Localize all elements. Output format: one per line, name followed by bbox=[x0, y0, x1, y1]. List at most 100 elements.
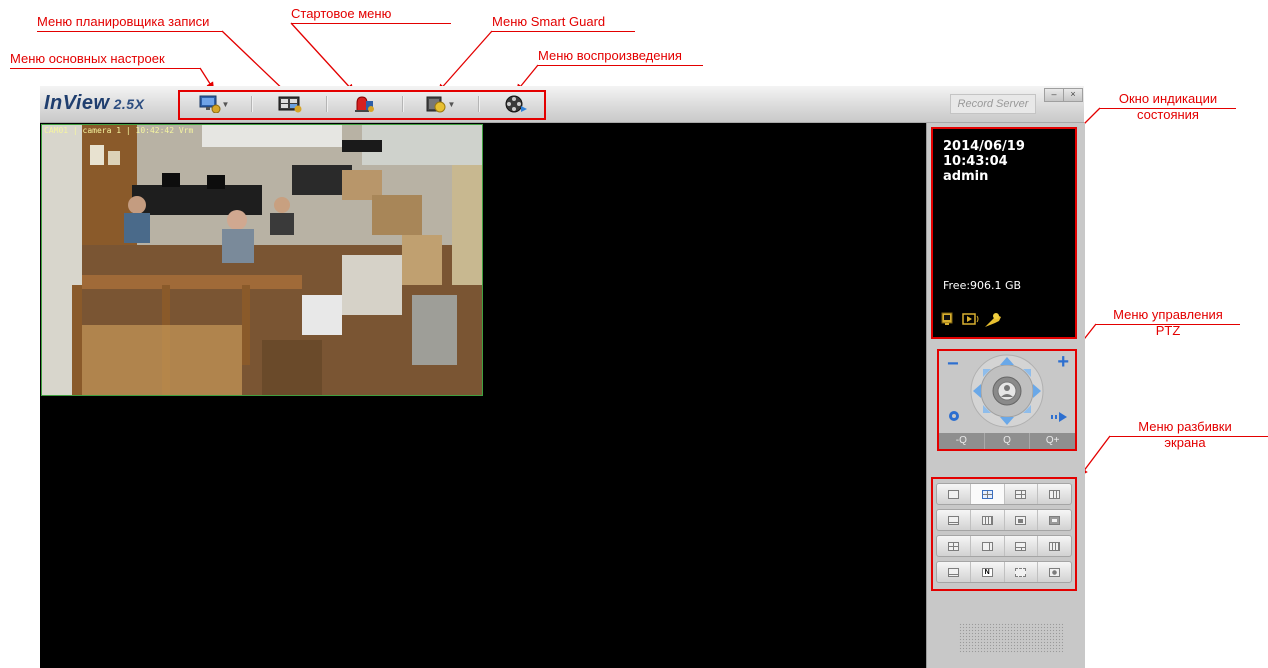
close-button[interactable]: × bbox=[1063, 88, 1083, 102]
chevron-down-icon: ▼ bbox=[447, 99, 456, 109]
camera-osd-label: CAM01 | camera 1 | 10:42:42 Vrm bbox=[44, 126, 194, 135]
start-menu-button[interactable] bbox=[344, 92, 384, 116]
record-server-field[interactable]: Record Server bbox=[950, 94, 1036, 114]
playback-button[interactable] bbox=[496, 92, 536, 116]
user-key-icon bbox=[985, 313, 1001, 327]
ptz-arrow-right-icon[interactable] bbox=[1051, 411, 1069, 423]
split-13-button[interactable] bbox=[1038, 510, 1071, 530]
split-6-button[interactable] bbox=[1005, 484, 1039, 504]
annotation-underline bbox=[538, 65, 703, 66]
annotation-status-line2: состояния bbox=[1137, 107, 1199, 122]
screen-split-panel: N bbox=[931, 477, 1077, 591]
split-12-icon bbox=[947, 541, 959, 551]
smart-guard-icon bbox=[426, 96, 446, 113]
logo-text: InView bbox=[44, 92, 110, 114]
split-row-4: N bbox=[936, 561, 1072, 583]
alarm-icon bbox=[355, 96, 374, 112]
camera-view-1[interactable]: CAM01 | camera 1 | 10:42:42 Vrm bbox=[41, 124, 483, 396]
annotation-underline bbox=[492, 31, 635, 32]
annotation-split-menu: Меню разбивки экрана bbox=[1110, 419, 1260, 451]
chevron-down-icon: ▼ bbox=[221, 99, 230, 109]
annotation-underline bbox=[10, 68, 200, 69]
status-icons bbox=[941, 312, 1001, 327]
split-9-button[interactable] bbox=[1038, 484, 1071, 504]
zoom-reset-button[interactable]: Q bbox=[985, 433, 1031, 449]
status-user: admin bbox=[943, 169, 989, 184]
annotation-underline bbox=[1096, 324, 1240, 325]
split-1-icon bbox=[947, 489, 959, 499]
split-6-icon bbox=[1015, 489, 1027, 499]
snapshot-icon bbox=[1049, 567, 1061, 577]
annotation-split-line1: Меню разбивки bbox=[1138, 419, 1232, 434]
split-4-button[interactable] bbox=[970, 484, 1005, 504]
annotation-underline bbox=[1110, 436, 1268, 437]
monitor-status-icon bbox=[941, 312, 953, 325]
split-custom-icon bbox=[947, 567, 959, 577]
monitor-settings-icon bbox=[199, 95, 221, 113]
split-2-button[interactable] bbox=[971, 536, 1005, 556]
split-13-icon bbox=[1049, 515, 1061, 525]
split-4-icon bbox=[981, 489, 993, 499]
split-16-button[interactable] bbox=[971, 510, 1005, 530]
split-2-icon bbox=[981, 541, 993, 551]
split-3-button[interactable] bbox=[1005, 536, 1039, 556]
toolbar-separator bbox=[478, 96, 480, 112]
split-10-icon bbox=[1015, 515, 1027, 525]
split-row-2 bbox=[936, 509, 1072, 531]
split-1-button[interactable] bbox=[937, 484, 971, 504]
app-logo: InView 2.5X bbox=[44, 92, 144, 115]
schedule-icon bbox=[278, 96, 302, 113]
app-window: InView 2.5X ▼ ▼ Record Server – × CAM01 … bbox=[40, 86, 1085, 668]
smart-guard-button[interactable]: ▼ bbox=[420, 92, 460, 116]
ptz-minus-button[interactable]: − bbox=[947, 353, 959, 376]
annotation-underline bbox=[37, 31, 222, 32]
ptz-zoom-bar: -Q Q Q+ bbox=[939, 433, 1075, 449]
split-row-3 bbox=[936, 535, 1072, 557]
split-8-button[interactable] bbox=[937, 510, 971, 530]
status-time: 10:43:04 bbox=[943, 154, 1008, 169]
split-custom-button[interactable] bbox=[937, 562, 971, 582]
playback-status-icon bbox=[962, 313, 979, 325]
snapshot-button[interactable] bbox=[1038, 562, 1071, 582]
schedule-button[interactable] bbox=[270, 92, 310, 116]
minimize-button[interactable]: – bbox=[1044, 88, 1064, 102]
zoom-in-button[interactable]: Q+ bbox=[1030, 433, 1075, 449]
annotation-playback-menu: Меню воспроизведения bbox=[538, 48, 682, 63]
split-16-icon bbox=[981, 515, 993, 525]
split-8-icon bbox=[947, 515, 959, 525]
split-n-button[interactable]: N bbox=[971, 562, 1005, 582]
video-display-area[interactable]: CAM01 | camera 1 | 10:42:42 Vrm bbox=[40, 123, 926, 668]
fullscreen-button[interactable] bbox=[1005, 562, 1039, 582]
toolbar-separator bbox=[402, 96, 404, 112]
ptz-plus-button[interactable]: + bbox=[1057, 351, 1069, 374]
split-3-icon bbox=[1015, 541, 1027, 551]
right-panel: 2014/06/19 10:43:04 admin Free:906.1 GB bbox=[926, 123, 1085, 668]
status-window: 2014/06/19 10:43:04 admin Free:906.1 GB bbox=[931, 127, 1077, 339]
fullscreen-icon bbox=[1015, 567, 1027, 577]
annotation-ptz-menu: Меню управления PTZ bbox=[1096, 307, 1240, 339]
toolbar-separator bbox=[326, 96, 328, 112]
title-bar: InView 2.5X ▼ ▼ Record Server – × bbox=[40, 86, 1084, 123]
camera-feed-image bbox=[42, 125, 482, 395]
toolbar-separator bbox=[251, 96, 253, 112]
split-n-icon: N bbox=[981, 567, 993, 577]
main-settings-button[interactable]: ▼ bbox=[194, 92, 234, 116]
ptz-joystick[interactable] bbox=[967, 353, 1047, 431]
zoom-out-button[interactable]: -Q bbox=[939, 433, 985, 449]
split-25-button[interactable] bbox=[1038, 536, 1071, 556]
split-12-button[interactable] bbox=[937, 536, 971, 556]
split-10-button[interactable] bbox=[1005, 510, 1039, 530]
annotation-split-line2: экрана bbox=[1164, 435, 1206, 450]
annotation-ptz-line2: PTZ bbox=[1155, 323, 1181, 338]
annotation-underline bbox=[1100, 108, 1236, 109]
annotation-main-settings-menu: Меню основных настроек bbox=[10, 51, 165, 66]
logo-version: 2.5X bbox=[113, 96, 145, 112]
ptz-settings-gear-icon[interactable] bbox=[947, 409, 961, 423]
speaker-grille bbox=[959, 623, 1063, 653]
split-9-icon bbox=[1049, 489, 1061, 499]
annotation-status-line1: Окно индикации bbox=[1118, 91, 1218, 106]
annotation-ptz-line1: Меню управления bbox=[1113, 307, 1223, 322]
playback-icon bbox=[505, 95, 527, 113]
ptz-control-panel: − + -Q Q Q+ bbox=[937, 349, 1077, 451]
status-date: 2014/06/19 bbox=[943, 139, 1025, 154]
